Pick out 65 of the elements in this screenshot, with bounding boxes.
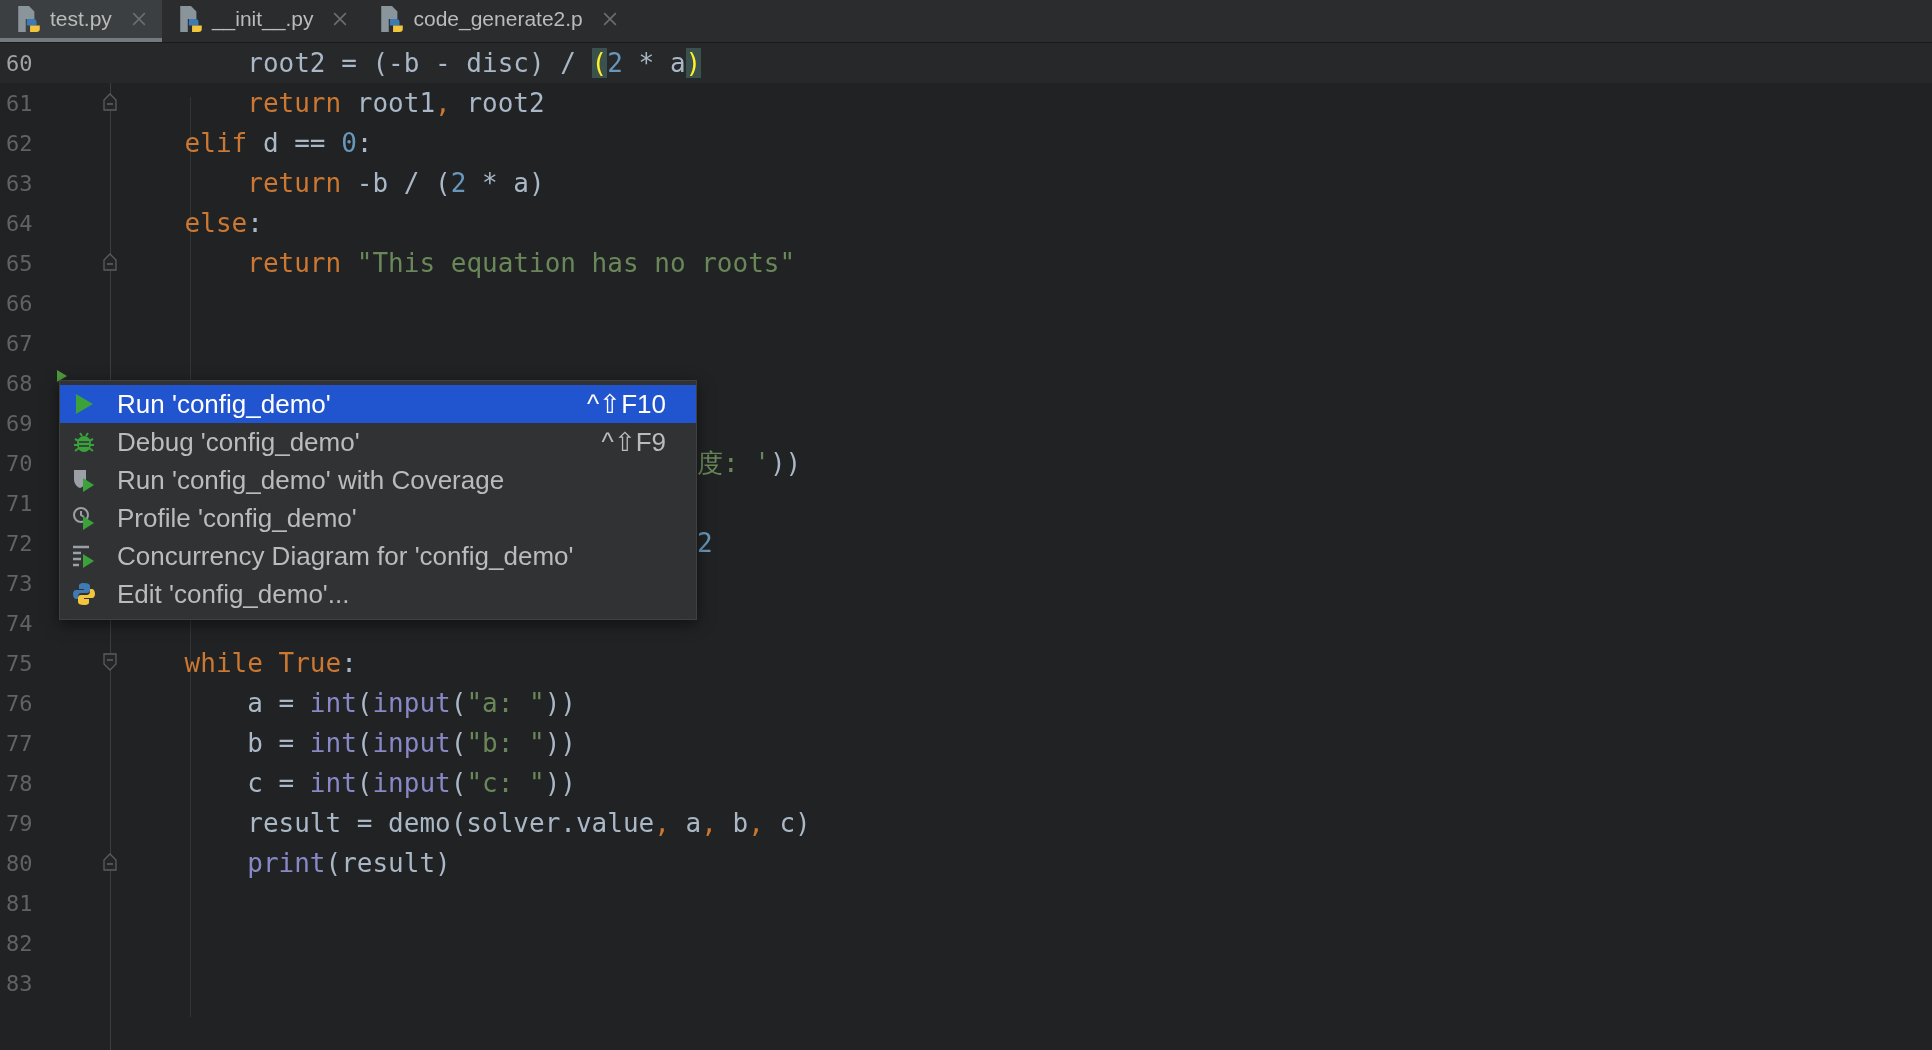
line-number: 75 xyxy=(5,650,34,676)
code-line: elif d == 0: xyxy=(183,128,373,158)
clock-play-icon xyxy=(72,506,96,530)
code-line: print(result) xyxy=(246,848,451,878)
fold-end-icon[interactable] xyxy=(103,853,117,871)
run-gutter-icon[interactable] xyxy=(56,369,68,383)
close-icon[interactable] xyxy=(131,12,146,26)
python-icon xyxy=(72,582,96,606)
line-number: 62 xyxy=(5,130,34,156)
code-line: 度: ')) xyxy=(697,446,802,480)
menu-item[interactable]: Profile 'config_demo' xyxy=(60,499,696,537)
shortcut-label: ^⇧F9 xyxy=(601,426,666,458)
close-icon[interactable] xyxy=(333,12,348,26)
python-file-icon xyxy=(16,5,42,33)
list-play-icon xyxy=(72,544,96,568)
code-line: else: xyxy=(183,208,263,238)
code-line: while True: xyxy=(183,648,357,678)
line-number: 70 xyxy=(5,450,34,476)
menu-item[interactable]: Concurrency Diagram for 'config_demo' xyxy=(60,537,696,575)
line-number: 83 xyxy=(5,970,34,996)
code-line: b = int(input("b: ")) xyxy=(246,728,576,758)
python-file-icon xyxy=(177,5,204,33)
line-number: 60 xyxy=(5,50,34,76)
fold-end-icon[interactable] xyxy=(103,253,117,271)
line-number: 74 xyxy=(5,610,34,636)
line-number: 76 xyxy=(5,690,34,716)
menu-item[interactable]: Run 'config_demo' with Coverage xyxy=(60,461,696,499)
close-icon[interactable] xyxy=(602,12,617,26)
line-number: 72 xyxy=(5,530,34,556)
menu-item[interactable]: Run 'config_demo' ^⇧F10 xyxy=(60,385,696,423)
code-line: c = int(input("c: ")) xyxy=(246,768,576,798)
line-number: 82 xyxy=(5,930,34,956)
fold-end-icon[interactable] xyxy=(103,93,117,111)
file-tab[interactable]: __init__.py xyxy=(161,0,364,42)
menu-item[interactable]: Edit 'config_demo'... xyxy=(60,575,696,613)
line-number: 73 xyxy=(5,570,34,596)
line-number: 79 xyxy=(5,810,34,836)
line-number: 68 xyxy=(5,370,34,396)
fold-start-icon[interactable] xyxy=(103,653,117,671)
line-number: 63 xyxy=(5,170,34,196)
line-number: 69 xyxy=(5,410,34,436)
line-number: 77 xyxy=(5,730,34,756)
line-number: 66 xyxy=(5,290,34,316)
line-number: 81 xyxy=(5,890,34,916)
line-number: 67 xyxy=(5,330,34,356)
code-line: result = demo(solver.value, a, b, c) xyxy=(246,808,811,838)
shortcut-label: ^⇧F10 xyxy=(587,388,666,420)
shield-play-icon xyxy=(72,468,96,492)
python-file-icon xyxy=(379,5,406,33)
code-line: root2 = (-b - disc) / (2 * a) xyxy=(246,48,702,78)
line-number: 71 xyxy=(5,490,34,516)
code-line: return root1, root2 xyxy=(246,88,545,118)
code-line: 2 xyxy=(697,528,713,558)
bug-icon xyxy=(72,430,96,454)
code-line: return -b / (2 * a) xyxy=(246,168,545,198)
line-number: 65 xyxy=(5,250,34,276)
line-number: 78 xyxy=(5,770,34,796)
menu-item[interactable]: Debug 'config_demo' ^⇧F9 xyxy=(60,423,696,461)
line-number: 80 xyxy=(5,850,34,876)
code-line: a = int(input("a: ")) xyxy=(246,688,576,718)
line-number: 64 xyxy=(5,210,34,236)
line-number: 61 xyxy=(5,90,34,116)
code-line: return "This equation has no roots" xyxy=(246,248,796,278)
file-tab[interactable]: code_generate2.p xyxy=(363,0,633,42)
file-tab[interactable]: test.py xyxy=(0,0,162,42)
